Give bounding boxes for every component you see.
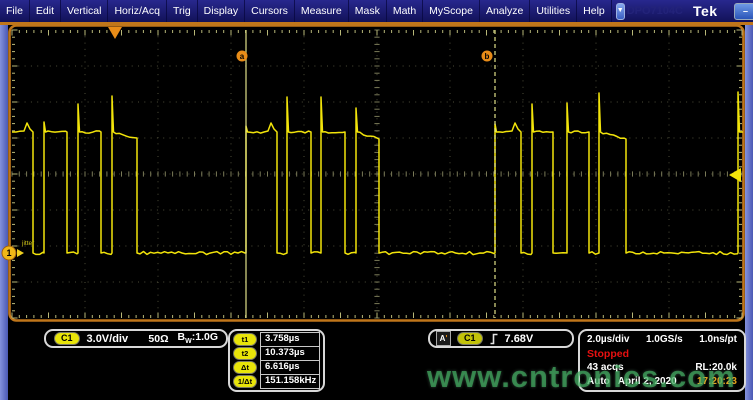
cursor-a-label-text: a — [240, 52, 245, 61]
cursor-value: 6.616µs — [260, 360, 320, 375]
trigger-level-marker[interactable] — [729, 168, 741, 182]
title-zone: DPO7104C Tek – X — [627, 0, 753, 22]
trigger-source-icon: A' — [436, 331, 451, 346]
sample-rate: 1.0GS/s — [646, 334, 683, 345]
cursor-readout-row: Δt 6.616µs — [233, 361, 320, 374]
cursor-readout-row: t2 10.373µs — [233, 347, 320, 360]
cursor-badge: t2 — [233, 347, 257, 360]
menu-item[interactable]: Cursors — [245, 0, 295, 22]
timebase: 2.0µs/div — [587, 334, 629, 345]
acquisition-status: Stopped — [587, 348, 629, 360]
menu-item[interactable]: MyScope — [423, 0, 480, 22]
cursor-value: 3.758µs — [260, 332, 320, 347]
menu-item[interactable]: File — [0, 0, 30, 22]
menu-item[interactable]: Horiz/Acq — [108, 0, 167, 22]
menu-item-list: FileEditVerticalHoriz/AcqTrigDisplayCurs… — [0, 0, 612, 22]
sample-resolution: 1.0ns/pt — [699, 334, 737, 345]
menu-item[interactable]: Display — [198, 0, 245, 22]
trigger-level-value: 7.68V — [505, 333, 534, 345]
tek-logo: Tek — [693, 3, 718, 19]
trigger-channel-badge: C1 — [457, 332, 483, 345]
jitter-annotation: jitter — [21, 240, 35, 247]
oscilloscope-screen: FileEditVerticalHoriz/AcqTrigDisplayCurs… — [0, 0, 753, 400]
cursor-value: 151.158kHz — [260, 374, 320, 389]
menu-item[interactable]: Edit — [30, 0, 61, 22]
channel-impedance: 50Ω — [148, 333, 168, 345]
menu-item[interactable]: Measure — [295, 0, 349, 22]
menu-item[interactable]: Vertical — [61, 0, 108, 22]
channel-readout-box[interactable]: C1 3.0V/div 50Ω BW:1.0G — [44, 329, 228, 348]
cursor-badge: 1/Δt — [233, 375, 257, 388]
channel-coupling-group: 50Ω BW:1.0G — [148, 331, 218, 345]
cursor-value: 10.373µs — [260, 346, 320, 361]
menu-item[interactable]: Math — [387, 0, 423, 22]
menu-item[interactable]: Help — [577, 0, 612, 22]
channel-badge: C1 — [54, 332, 80, 345]
channel-bandwidth: BW:1.0G — [178, 331, 218, 345]
menu-item[interactable]: Trig — [167, 0, 198, 22]
menu-item[interactable]: Utilities — [530, 0, 577, 22]
trigger-position-marker[interactable] — [108, 27, 122, 39]
model-label: DPO7104C — [627, 5, 683, 17]
menu-bar: FileEditVerticalHoriz/AcqTrigDisplayCurs… — [0, 0, 753, 22]
channel1-arrow-icon — [17, 249, 24, 257]
trigger-readout-box[interactable]: A' C1 7.68V — [428, 329, 574, 348]
cursor-b-label-text: b — [485, 52, 490, 61]
cursor-badge: Δt — [233, 361, 257, 374]
channel1-marker-text: 1 — [6, 248, 11, 258]
menu-item[interactable]: Mask — [349, 0, 387, 22]
menu-item[interactable]: Analyze — [480, 0, 530, 22]
cursor-readout-box[interactable]: t1 3.758µs t2 10.373µs Δt 6.616µs 1/Δt 1… — [228, 329, 325, 392]
minimize-button[interactable]: – — [734, 3, 753, 20]
cursor-badge: t1 — [233, 333, 257, 346]
menu-dropdown-button[interactable]: ▼ — [616, 3, 625, 20]
rising-edge-icon — [489, 332, 499, 346]
watermark: www.cntronics.com — [427, 359, 736, 395]
cursor-readout-row: 1/Δt 151.158kHz — [233, 375, 320, 388]
channel-scale: 3.0V/div — [87, 333, 129, 345]
cursor-readout-row: t1 3.758µs — [233, 333, 320, 346]
